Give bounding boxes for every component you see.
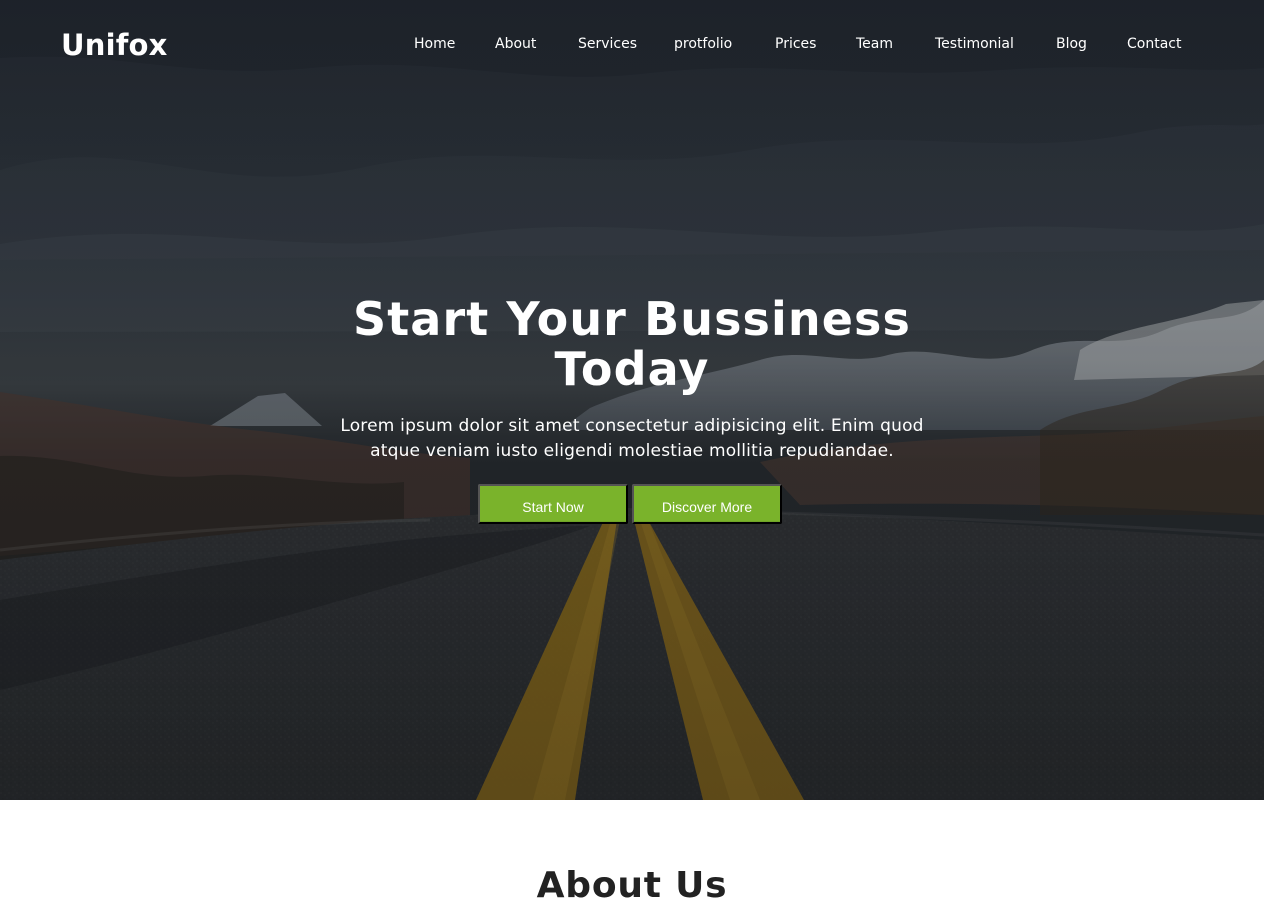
- hero-content: Start Your Bussiness Today Lorem ipsum d…: [312, 294, 952, 464]
- hero-title: Start Your Bussiness Today: [352, 294, 912, 394]
- landing-page: Unifox Home About Services protfolio Pri…: [0, 0, 1264, 916]
- nav-about-link[interactable]: About: [495, 31, 536, 57]
- nav-portfolio-link[interactable]: protfolio: [674, 31, 732, 57]
- hero-title-line-2: Today: [554, 342, 710, 396]
- nav-home-link[interactable]: Home: [414, 31, 455, 57]
- nav-services-link[interactable]: Services: [578, 31, 637, 57]
- top-navigation-bar: Unifox Home About Services protfolio Pri…: [0, 0, 1264, 92]
- start-now-button[interactable]: Start Now: [478, 484, 628, 524]
- hero-section: Unifox Home About Services protfolio Pri…: [0, 0, 1264, 800]
- main-navigation: Home About Services protfolio Prices Tea…: [414, 31, 1181, 57]
- hero-title-line-1: Start Your Bussiness: [352, 292, 912, 346]
- hero-button-group: Start Now Discover More: [478, 484, 782, 524]
- hero-subtitle-line-2: atque veniam iusto eligendi molestiae mo…: [370, 441, 894, 461]
- discover-more-button[interactable]: Discover More: [632, 484, 782, 524]
- hero-subtitle-line-1: Lorem ipsum dolor sit amet consectetur a…: [340, 416, 924, 436]
- nav-prices-link[interactable]: Prices: [775, 31, 816, 57]
- about-section: About Us: [0, 800, 1264, 916]
- hero-subtitle: Lorem ipsum dolor sit amet consectetur a…: [332, 414, 932, 464]
- nav-team-link[interactable]: Team: [856, 31, 893, 57]
- about-title: About Us: [536, 864, 728, 906]
- nav-blog-link[interactable]: Blog: [1056, 31, 1087, 57]
- brand-logo-text[interactable]: Unifox: [61, 27, 168, 63]
- nav-testimonial-link[interactable]: Testimonial: [935, 31, 1014, 57]
- nav-contact-link[interactable]: Contact: [1127, 31, 1181, 57]
